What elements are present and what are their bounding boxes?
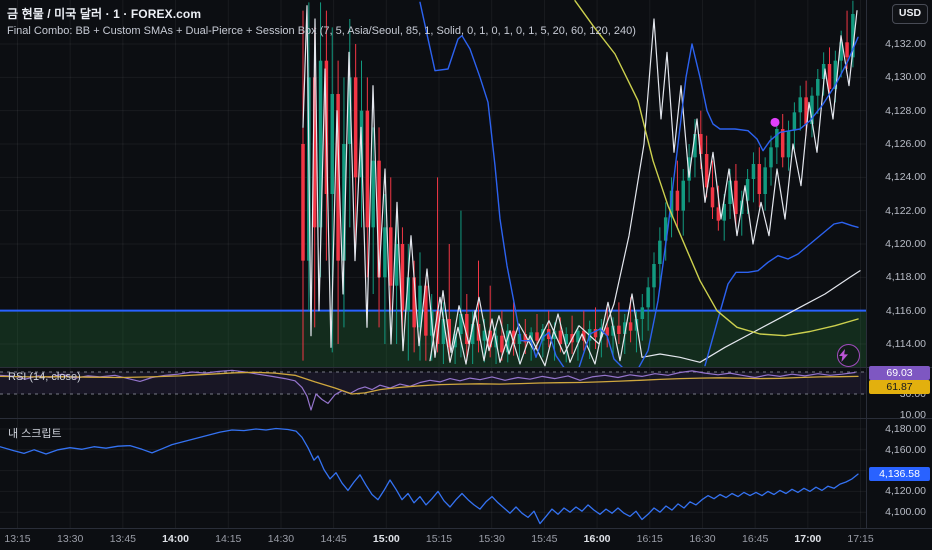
rsi-ma-value-badge: 61.87 bbox=[869, 380, 930, 394]
time-label: 16:00 bbox=[583, 533, 611, 545]
main-price-label: 4,128.00 bbox=[885, 104, 926, 117]
script-price-label: 4,180.00 bbox=[885, 423, 926, 435]
candle-body-up bbox=[763, 167, 767, 195]
main-price-label: 4,124.00 bbox=[885, 171, 926, 184]
pane-separator[interactable] bbox=[0, 367, 932, 368]
rsi-level-label: 10.00 bbox=[899, 409, 926, 421]
time-label: 14:15 bbox=[215, 533, 242, 545]
time-label: 15:15 bbox=[425, 533, 453, 545]
candle-body-up bbox=[786, 130, 791, 158]
time-label: 15:00 bbox=[372, 533, 400, 545]
candle-body-up bbox=[751, 164, 756, 180]
candle-body-down bbox=[827, 64, 832, 90]
candle-body-up bbox=[816, 79, 820, 96]
main-price-label: 4,132.00 bbox=[885, 38, 926, 50]
instant-order-button[interactable] bbox=[837, 344, 860, 367]
lightning-icon bbox=[839, 349, 848, 362]
candle-body-up bbox=[769, 147, 773, 168]
rsi-pane-canvas[interactable] bbox=[0, 368, 866, 418]
rsi-band bbox=[0, 372, 866, 394]
trading-chart-window: 금 현물 / 미국 달러 · 1 · FOREX.com Final Combo… bbox=[0, 0, 932, 550]
candle-body-down bbox=[301, 144, 305, 261]
candle-body-up bbox=[330, 94, 334, 195]
time-label: 16:30 bbox=[689, 533, 716, 545]
candle-body-down bbox=[734, 180, 738, 215]
main-price-label: 4,120.00 bbox=[885, 238, 926, 250]
rsi-value-badge: 69.03 bbox=[869, 366, 930, 380]
main-price-label: 4,130.00 bbox=[885, 71, 926, 84]
rsi-pane-label[interactable]: RSI (14, close) bbox=[8, 371, 81, 383]
time-label: 13:30 bbox=[57, 533, 84, 545]
candle-body-down bbox=[535, 332, 539, 341]
script-price-label: 4,120.00 bbox=[885, 485, 926, 498]
candle-body-up bbox=[658, 240, 662, 265]
candle-body-down bbox=[845, 42, 849, 58]
time-label: 17:15 bbox=[847, 533, 874, 545]
pane-separator[interactable] bbox=[0, 418, 932, 419]
candle-body-up bbox=[652, 264, 656, 288]
candle-body-up bbox=[792, 112, 797, 131]
time-label: 14:30 bbox=[267, 533, 295, 545]
time-label: 13:45 bbox=[109, 533, 137, 545]
candle-body-down bbox=[389, 227, 393, 286]
script-price-label: 4,160.00 bbox=[885, 443, 926, 456]
my-script-line bbox=[0, 427, 859, 525]
time-label: 15:45 bbox=[531, 533, 558, 545]
candle-body-down bbox=[500, 335, 504, 353]
time-label: 14:00 bbox=[162, 533, 189, 545]
script-pane-canvas[interactable] bbox=[0, 419, 866, 528]
main-price-label: 4,118.00 bbox=[885, 271, 926, 284]
candle-body-down bbox=[757, 164, 762, 195]
main-price-label: 4,122.00 bbox=[885, 204, 926, 217]
time-label: 16:15 bbox=[636, 533, 663, 545]
time-scale[interactable]: 13:15 13:30 13:45 14:00 14:15 14:30 14:45 15:00… bbox=[0, 529, 932, 550]
candle-body-up bbox=[383, 227, 387, 278]
time-label: 15:30 bbox=[478, 533, 505, 545]
candle-body-down bbox=[353, 77, 358, 178]
price-scale[interactable]: 4,132.00 4,130.00 4,128.00 4,126.00 4,124.00… bbox=[867, 0, 932, 528]
pierce-signal-dot bbox=[770, 117, 780, 127]
time-label: 17:00 bbox=[794, 533, 822, 545]
script-last-value-badge: 4,136.58 bbox=[869, 467, 930, 481]
candle-body-down bbox=[710, 187, 715, 208]
script-pane-label[interactable]: 내 스크립트 bbox=[8, 425, 62, 441]
candle-body-down bbox=[365, 110, 370, 228]
time-label: 13:15 bbox=[4, 533, 31, 545]
currency-toggle-button[interactable]: USD bbox=[892, 4, 928, 24]
main-chart-canvas[interactable] bbox=[0, 0, 866, 367]
candle-body-up bbox=[681, 180, 685, 211]
sma-yellow-slow bbox=[574, 0, 859, 337]
candle-body-up bbox=[640, 307, 645, 320]
candle-body-up bbox=[371, 160, 375, 228]
candle-body-up bbox=[798, 97, 802, 113]
candle-body-down bbox=[675, 190, 680, 211]
main-price-label: 4,114.00 bbox=[885, 338, 926, 350]
candle-body-up bbox=[775, 129, 779, 148]
main-price-label: 4,116.00 bbox=[885, 304, 926, 317]
candle-body-up bbox=[646, 287, 650, 308]
main-price-label: 4,126.00 bbox=[885, 138, 926, 150]
candle-body-down bbox=[780, 129, 785, 158]
chart-legend: 금 현물 / 미국 달러 · 1 · FOREX.com Final Combo… bbox=[7, 5, 636, 37]
indicator-title[interactable]: Final Combo: BB + Custom SMAs + Dual-Pie… bbox=[7, 25, 636, 37]
candle-body-down bbox=[617, 325, 621, 335]
candle-body-down bbox=[628, 322, 633, 331]
script-price-label: 4,100.00 bbox=[885, 506, 926, 519]
time-label: 14:45 bbox=[320, 533, 347, 545]
time-label: 16:45 bbox=[742, 533, 769, 545]
symbol-title[interactable]: 금 현물 / 미국 달러 · 1 · FOREX.com bbox=[7, 5, 636, 22]
